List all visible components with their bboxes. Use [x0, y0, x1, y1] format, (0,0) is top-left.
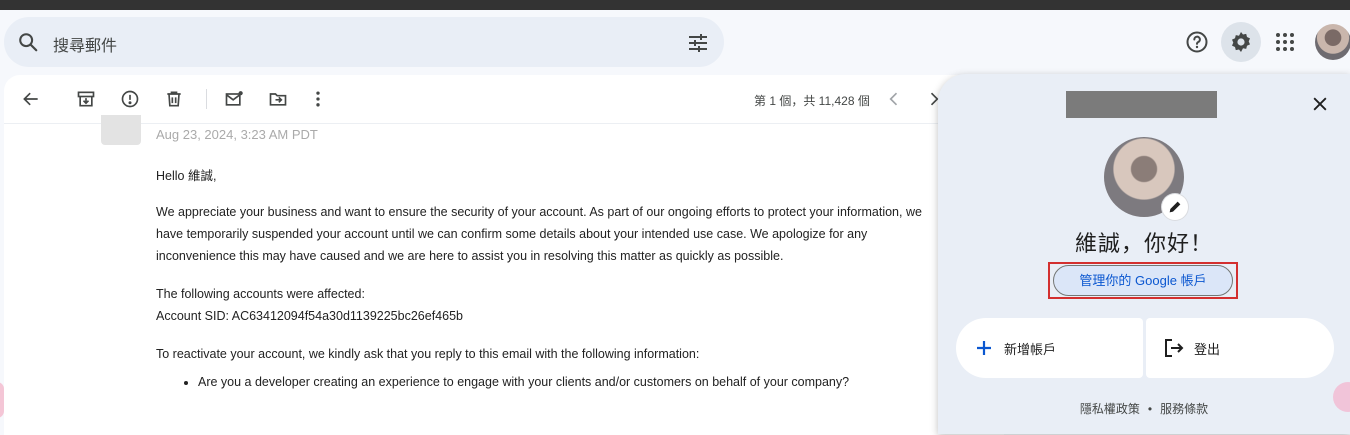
redacted-email — [1066, 91, 1217, 118]
separator: • — [1147, 402, 1153, 416]
mark-unread-icon[interactable] — [224, 89, 244, 109]
plus-icon — [972, 336, 996, 360]
tune-icon[interactable] — [686, 31, 710, 55]
add-account-button[interactable]: 新增帳戶 — [956, 318, 1143, 378]
email-paragraph: We appreciate your business and want to … — [156, 205, 922, 263]
mail-toolbar: 第 1 個，共 11,428 個 — [4, 75, 1004, 124]
privacy-link[interactable]: 隱私權政策 — [1080, 402, 1140, 416]
terms-link[interactable]: 服務條款 — [1160, 402, 1208, 416]
help-icon[interactable] — [1185, 30, 1209, 54]
logout-icon — [1162, 336, 1186, 360]
move-to-icon[interactable] — [268, 89, 288, 109]
gear-icon[interactable] — [1229, 30, 1253, 54]
chevron-left-icon[interactable] — [884, 89, 904, 109]
window-top-strip — [0, 0, 1350, 10]
footer-links: 隱私權政策 • 服務條款 — [938, 400, 1350, 417]
email-greeting: Hello 維誠, — [156, 169, 217, 183]
email-line: To reactivate your account, we kindly as… — [156, 347, 700, 361]
email-body: Hello 維誠, We appreciate your business an… — [156, 165, 936, 393]
search-icon[interactable] — [17, 31, 39, 53]
account-greeting: 維誠，你好！ — [1074, 231, 1213, 256]
pencil-icon — [1169, 201, 1181, 213]
edit-photo-button[interactable] — [1162, 194, 1188, 220]
apps-grid-icon[interactable] — [1273, 30, 1297, 54]
manage-account-button[interactable]: 管理你的 Google 帳戶 — [1053, 265, 1233, 296]
account-avatar-button[interactable] — [1315, 24, 1350, 60]
arrow-back-icon[interactable] — [21, 89, 41, 109]
email-line: The following accounts were affected: — [156, 287, 365, 301]
search-bar[interactable]: 搜尋郵件 — [4, 17, 724, 67]
trash-icon[interactable] — [164, 89, 184, 109]
archive-icon[interactable] — [76, 89, 96, 109]
report-spam-icon[interactable] — [120, 89, 140, 109]
mail-view: 第 1 個，共 11,428 個 Aug 23, 2024, 3:23 AM P… — [4, 75, 1004, 435]
email-date: Aug 23, 2024, 3:23 AM PDT — [156, 127, 318, 142]
close-icon[interactable] — [1310, 94, 1330, 114]
toolbar-divider — [206, 89, 207, 109]
account-popup: 維誠，你好！ 管理你的 Google 帳戶 新增帳戶 登出 隱私權政策 • 服務條款 — [938, 74, 1350, 434]
sender-avatar — [101, 115, 141, 145]
search-input[interactable]: 搜尋郵件 — [53, 32, 117, 56]
add-account-label: 新增帳戶 — [1004, 342, 1057, 357]
email-bullet-list: Are you a developer creating an experien… — [156, 371, 936, 393]
sign-out-button[interactable]: 登出 — [1146, 318, 1334, 378]
list-item: Are you a developer creating an experien… — [198, 371, 936, 393]
side-decoration — [0, 382, 4, 418]
more-vert-icon[interactable] — [308, 89, 328, 109]
sign-out-label: 登出 — [1194, 342, 1221, 357]
email-line: Account SID: AC63412094f54a30d1139225bc2… — [156, 309, 463, 323]
page-count: 第 1 個，共 11,428 個 — [754, 94, 870, 108]
